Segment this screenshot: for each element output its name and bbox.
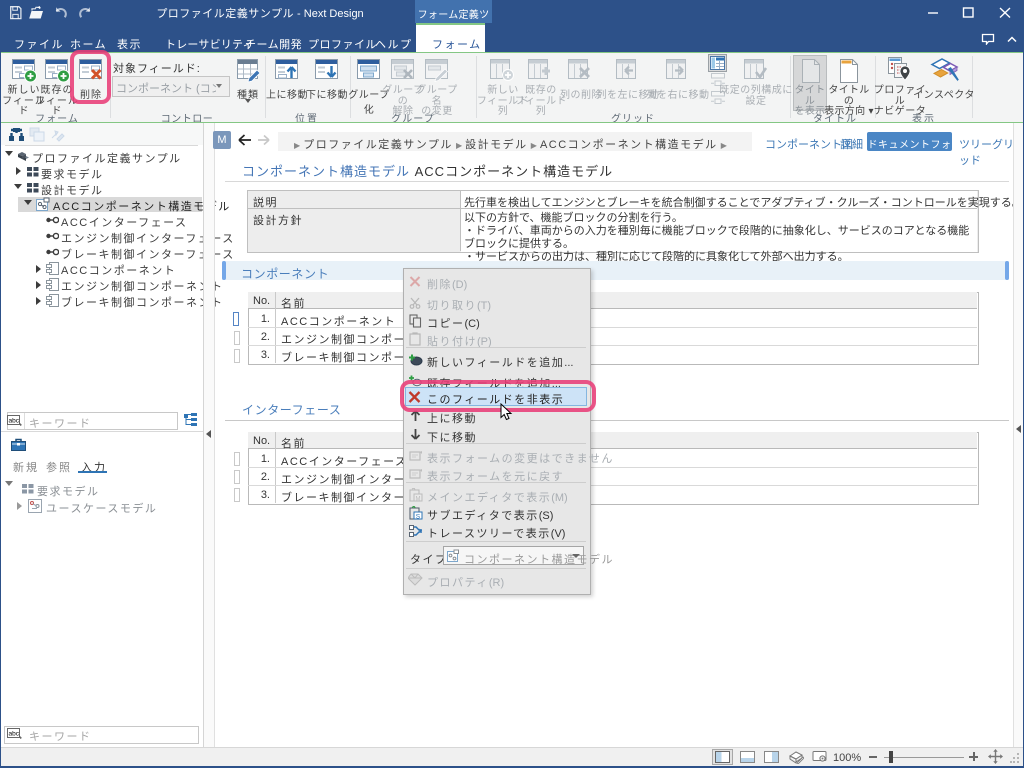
svg-text:abc: abc	[9, 418, 20, 425]
svg-text:M: M	[416, 497, 421, 503]
svg-text:abc: abc	[9, 731, 20, 738]
svg-text:S: S	[416, 513, 421, 520]
